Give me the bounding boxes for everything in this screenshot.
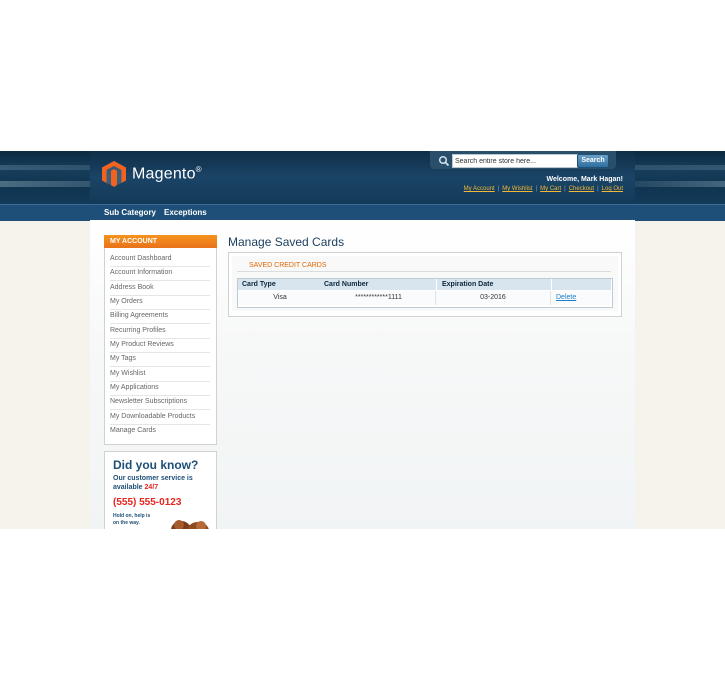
dogs-illustration-icon [171, 520, 209, 529]
sidebar-item-my-orders[interactable]: My Orders [110, 295, 210, 310]
customer-service-promo[interactable]: Did you know? Our customer service is av… [104, 451, 217, 529]
section-title: SAVED CREDIT CARDS [249, 262, 327, 269]
sidebar-item-my-applications[interactable]: My Applications [110, 381, 210, 396]
sidebar-item-account-information[interactable]: Account Information [110, 266, 210, 281]
cell-expiration-date: 03-2016 [436, 291, 551, 305]
promo-line-1: Our customer service is [113, 475, 193, 482]
page-frame: Magento® Search Welcome, Mark Hagan! My … [0, 151, 725, 529]
sidebar-item-account-dashboard[interactable]: Account Dashboard [110, 252, 210, 267]
sidebar-item-manage-cards[interactable]: Manage Cards [110, 424, 210, 438]
section-divider [237, 271, 611, 272]
magento-logo[interactable]: Magento® [102, 160, 202, 188]
logo-text: Magento® [132, 164, 202, 183]
sidebar-item-my-downloadable-products[interactable]: My Downloadable Products [110, 410, 210, 425]
search-input[interactable] [452, 154, 578, 168]
log-out-link[interactable]: Log Out [602, 186, 623, 192]
promo-hold-line-2: on the way. [113, 520, 140, 526]
nav-item-sub-category[interactable]: Sub Category [104, 208, 156, 217]
my-cart-link[interactable]: My Cart [540, 186, 561, 192]
column-header-actions [552, 279, 611, 290]
sidebar-item-newsletter-subscriptions[interactable]: Newsletter Subscriptions [110, 395, 210, 410]
header-links: My Account | My Wishlist | My Cart | Checkout |… [463, 186, 623, 192]
welcome-message: Welcome, Mark Hagan! [546, 176, 623, 183]
promo-line-2: available 24/7 [113, 484, 159, 491]
search-icon [438, 155, 450, 167]
my-wishlist-link[interactable]: My Wishlist [502, 186, 532, 192]
cell-card-type: Visa [238, 291, 323, 305]
sidebar-item-my-tags[interactable]: My Tags [110, 352, 210, 367]
my-account-link[interactable]: My Account [464, 186, 495, 192]
column-header-expiration-date: Expiration Date [437, 279, 552, 290]
nav-item-exceptions[interactable]: Exceptions [164, 208, 207, 217]
sidebar-item-my-product-reviews[interactable]: My Product Reviews [110, 338, 210, 353]
checkout-link[interactable]: Checkout [569, 186, 594, 192]
promo-hold-line-1: Hold on, help is [113, 513, 151, 519]
cell-card-number: ************1111 [322, 291, 436, 305]
sidebar-item-billing-agreements[interactable]: Billing Agreements [110, 309, 210, 324]
promo-phone: (555) 555-0123 [113, 497, 182, 508]
column-header-card-type: Card Type [238, 279, 323, 290]
delete-card-link[interactable]: Delete [551, 291, 611, 305]
promo-title: Did you know? [113, 458, 199, 472]
sidebar-title: MY ACCOUNT [104, 235, 217, 248]
search-button[interactable]: Search [577, 154, 609, 168]
sidebar-item-my-wishlist[interactable]: My Wishlist [110, 367, 210, 382]
sidebar-item-recurring-profiles[interactable]: Recurring Profiles [110, 324, 210, 339]
page-title: Manage Saved Cards [228, 235, 345, 249]
column-header-card-number: Card Number [319, 279, 437, 290]
sidebar-item-address-book[interactable]: Address Book [110, 281, 210, 296]
magento-logo-icon [102, 161, 126, 187]
